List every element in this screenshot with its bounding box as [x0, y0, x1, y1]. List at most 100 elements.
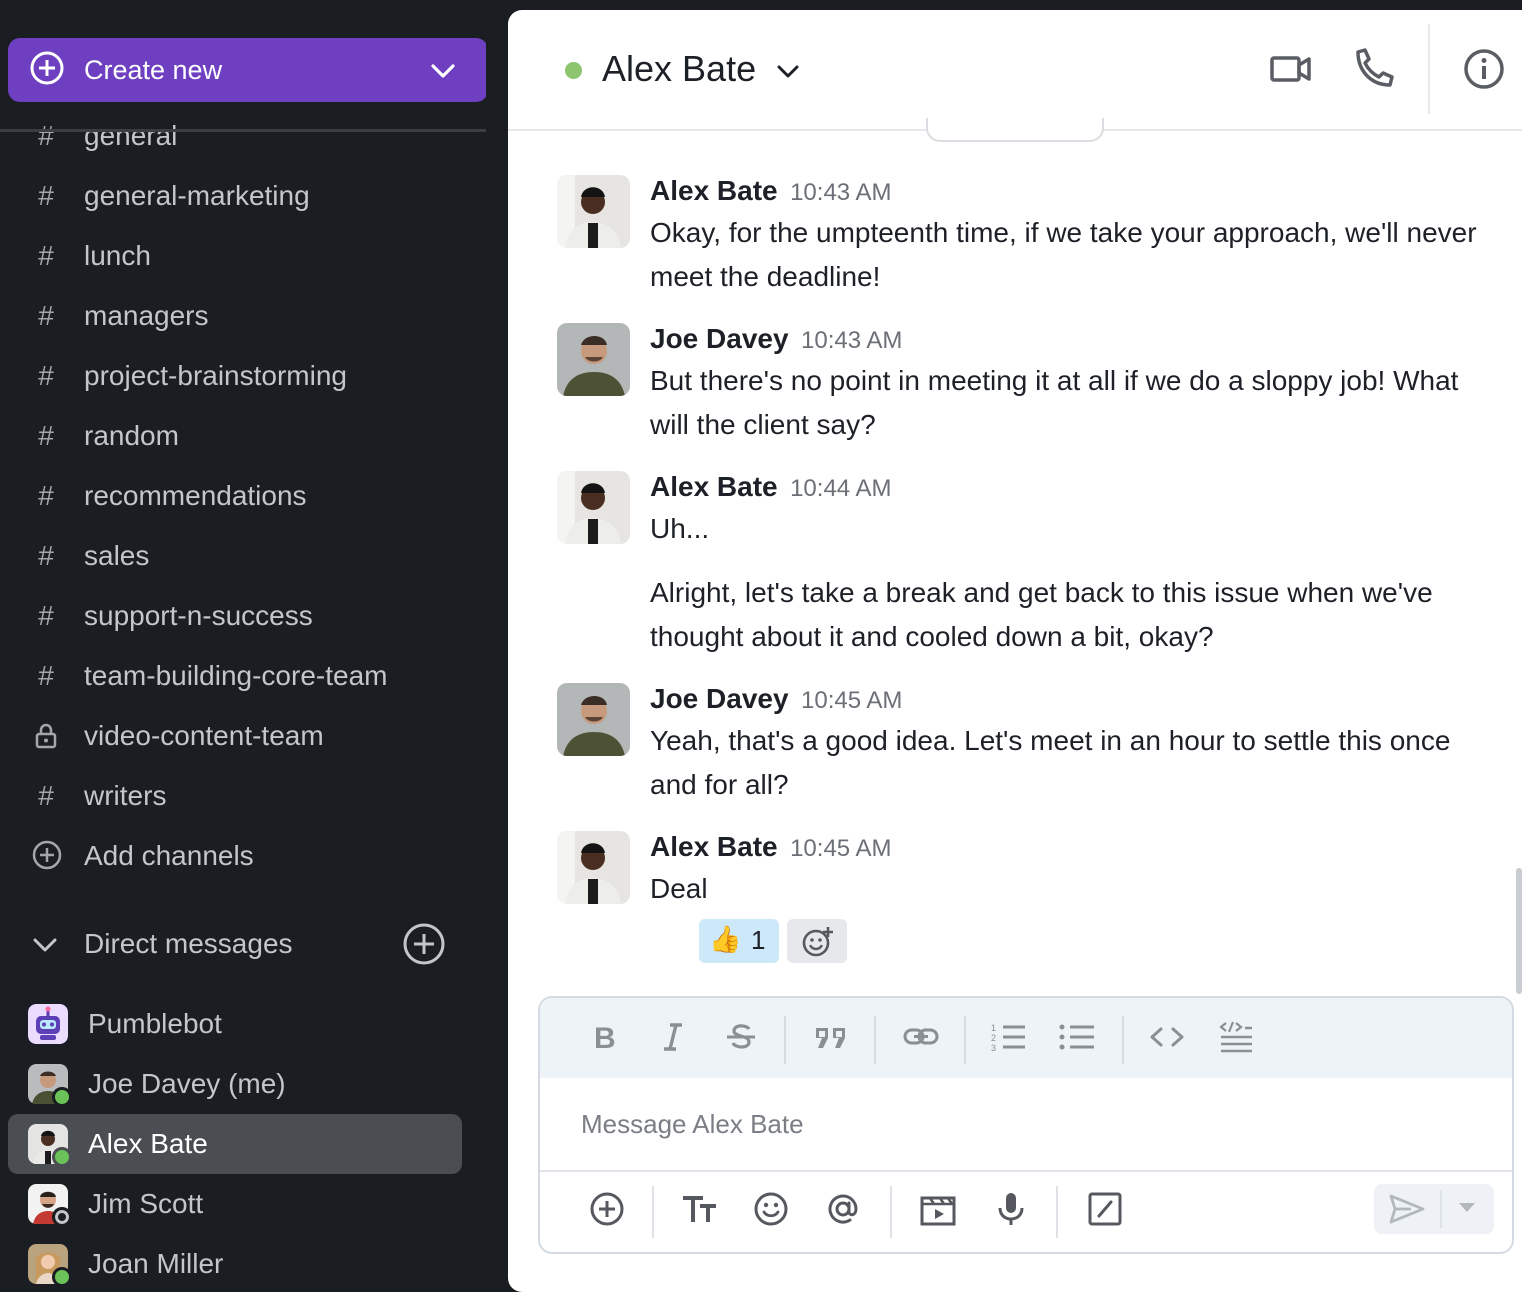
message-header: Alex Bate 10:43 AM [650, 175, 891, 207]
message-author[interactable]: Joe Davey [650, 683, 789, 714]
avatar[interactable] [557, 683, 630, 756]
code-block-icon[interactable] [1218, 1020, 1254, 1061]
sidebar-item-label: general [84, 120, 178, 151]
sidebar-item-recommendations[interactable]: # recommendations [0, 466, 470, 526]
hash-icon: # [38, 600, 54, 631]
sidebar-item-general[interactable]: # general [0, 106, 470, 166]
sidebar-item-writers[interactable]: # writers [0, 766, 470, 826]
sidebar-item-label: sales [84, 540, 150, 571]
add-reaction-button[interactable] [787, 919, 847, 963]
message-author[interactable]: Joe Davey [650, 323, 789, 354]
quote-icon[interactable] [812, 1020, 850, 1059]
chevron-down-icon[interactable] [430, 58, 456, 89]
hash-icon: # [38, 420, 54, 451]
create-new-button[interactable]: Create new [8, 38, 486, 102]
sidebar-item-support-n-success[interactable]: # support-n-success [0, 586, 470, 646]
avatar[interactable] [557, 471, 630, 544]
italic-icon[interactable] [658, 1020, 688, 1059]
strikethrough-icon[interactable] [724, 1020, 758, 1059]
hash-icon: # [38, 780, 54, 811]
hash-icon: # [38, 240, 54, 271]
sidebar-item-managers[interactable]: # managers [0, 286, 470, 346]
sidebar-item-label: writers [84, 780, 167, 811]
slash-command-icon[interactable] [1086, 1190, 1124, 1233]
text-format-icon[interactable] [680, 1190, 720, 1233]
add-dm-icon[interactable] [402, 922, 446, 973]
svg-text:3: 3 [991, 1043, 996, 1053]
video-camera-icon[interactable] [1270, 46, 1312, 97]
message-text: Alright, let's take a break and get back… [650, 577, 1433, 652]
sidebar: Create new # general # general-marketing… [0, 0, 486, 1292]
message-text: Yeah, that's a good idea. Let's meet in … [650, 725, 1451, 800]
reaction-thumbs-up[interactable]: 👍 1 [699, 919, 779, 963]
avatar[interactable] [557, 831, 630, 904]
message-author[interactable]: Alex Bate [650, 175, 778, 206]
sidebar-item-label: support-n-success [84, 600, 313, 631]
bot-avatar [28, 1004, 68, 1044]
code-icon[interactable] [1148, 1020, 1186, 1059]
lock-icon [32, 717, 60, 756]
message-author[interactable]: Alex Bate [650, 471, 778, 502]
sidebar-item-video-content-team[interactable]: video-content-team [0, 706, 470, 766]
sidebar-item-label: managers [84, 300, 209, 331]
toolbar-divider [964, 1016, 966, 1064]
message-text: Okay, for the umpteenth time, if we take… [650, 217, 1477, 292]
dm-item-jim-scott[interactable]: Jim Scott [8, 1174, 462, 1234]
link-icon[interactable] [902, 1020, 940, 1059]
message-header: Joe Davey 10:43 AM [650, 323, 902, 355]
message-input[interactable] [540, 1078, 1512, 1170]
chevron-down-icon[interactable] [776, 62, 800, 87]
bullet-list-icon[interactable] [1058, 1020, 1096, 1059]
sidebar-item-sales[interactable]: # sales [0, 526, 470, 586]
emoji-icon[interactable] [752, 1190, 790, 1233]
online-status-icon [52, 1087, 72, 1107]
attach-icon[interactable] [588, 1190, 626, 1233]
dm-item-alex-bate[interactable]: Alex Bate [8, 1114, 462, 1174]
message-text: But there's no point in meeting it at al… [650, 365, 1459, 440]
sidebar-item-label: lunch [84, 240, 151, 271]
dm-item-label: Joan Miller [88, 1248, 224, 1279]
sidebar-item-random[interactable]: # random [0, 406, 470, 466]
header-divider [1428, 24, 1430, 114]
message-time: 10:44 AM [790, 475, 892, 502]
add-emoji-icon [802, 927, 833, 957]
offline-status-icon [52, 1207, 72, 1227]
dm-item-label: Pumblebot [88, 1008, 222, 1039]
message-header: Joe Davey 10:45 AM [650, 683, 902, 715]
phone-icon[interactable] [1352, 46, 1396, 97]
plus-circle-icon [32, 836, 62, 877]
avatar[interactable] [557, 323, 630, 396]
message-text: Deal [650, 873, 708, 904]
info-icon[interactable] [1462, 46, 1506, 97]
dm-item-joe-davey[interactable]: Joe Davey (me) [8, 1054, 462, 1114]
mention-icon[interactable] [824, 1190, 862, 1233]
send-button[interactable] [1374, 1184, 1440, 1234]
dm-section-header[interactable]: Direct messages [0, 914, 486, 974]
hash-icon: # [38, 120, 54, 151]
sidebar-item-lunch[interactable]: # lunch [0, 226, 470, 286]
video-clip-icon[interactable] [918, 1190, 958, 1233]
message-composer: B 123 [538, 996, 1514, 1254]
hash-icon: # [38, 660, 54, 691]
chevron-down-icon[interactable] [32, 932, 58, 964]
dm-item-pumblebot[interactable]: Pumblebot [8, 994, 462, 1054]
message-author[interactable]: Alex Bate [650, 831, 778, 862]
microphone-icon[interactable] [992, 1190, 1030, 1233]
send-options-chevron-icon[interactable] [1442, 1184, 1494, 1234]
sidebar-item-label: recommendations [84, 480, 307, 511]
message-time: 10:43 AM [790, 179, 892, 206]
ordered-list-icon[interactable]: 123 [990, 1020, 1028, 1059]
online-status-icon [52, 1147, 72, 1167]
sidebar-item-general-marketing[interactable]: # general-marketing [0, 166, 470, 226]
avatar[interactable] [557, 175, 630, 248]
message-time: 10:45 AM [790, 835, 892, 862]
bold-icon[interactable]: B [590, 1020, 620, 1059]
page-title[interactable]: Alex Bate [602, 48, 756, 90]
add-channels-button[interactable]: Add channels [0, 826, 470, 886]
sidebar-item-team-building-core-team[interactable]: # team-building-core-team [0, 646, 470, 706]
sidebar-item-project-brainstorming[interactable]: # project-brainstorming [0, 346, 470, 406]
dm-item-joan-miller[interactable]: Joan Miller [8, 1234, 462, 1292]
message-scrollbar[interactable] [1516, 868, 1522, 994]
add-channels-label: Add channels [84, 840, 254, 871]
dm-item-label: Alex Bate [88, 1128, 208, 1159]
